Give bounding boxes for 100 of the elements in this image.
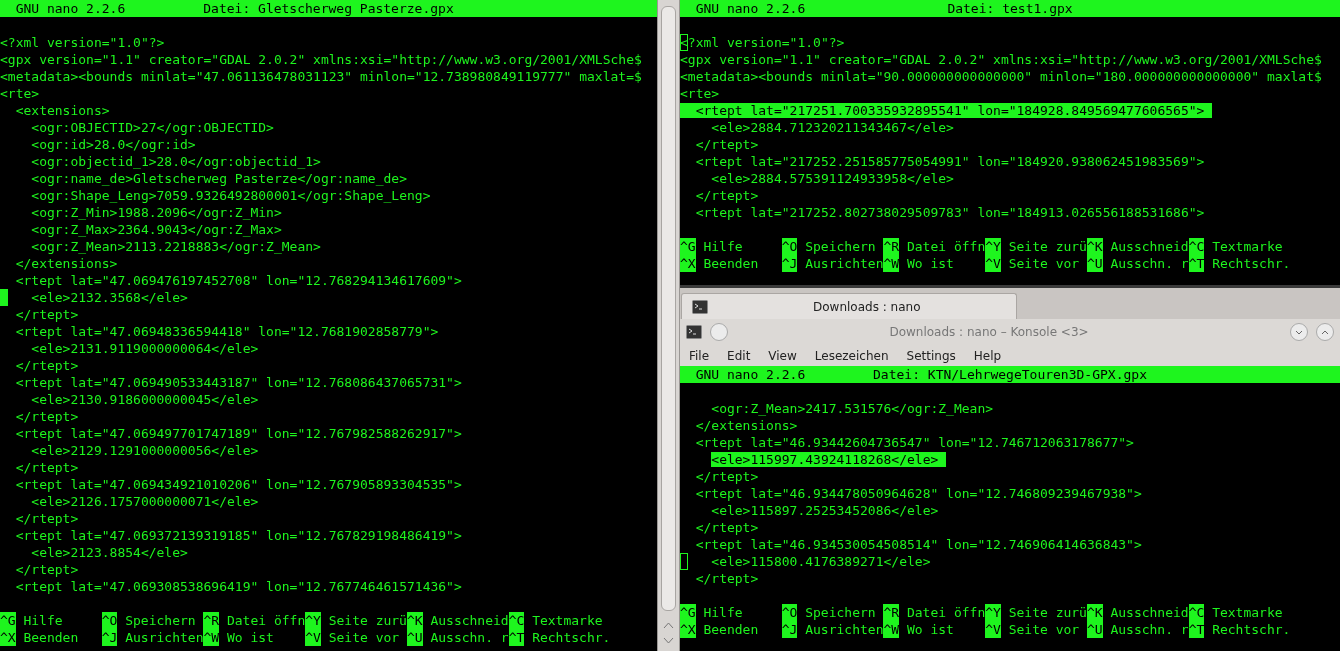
shortcut-key: ^J [781,621,798,638]
menu-item[interactable]: Edit [727,348,769,363]
shortcut-key: ^Y [985,238,1001,255]
file-name: Datei: test1.gpx [947,0,1073,17]
shortcut-label: Ausschn. r [1109,621,1189,638]
shortcut-label: Hilfe [702,238,744,255]
code-line: </rtept> [694,469,759,484]
pin-button[interactable] [710,323,728,341]
file-name: Datei: Gletscherweg Pasterze.gpx [203,0,454,17]
shortcut-label: Ausschneid [429,612,509,629]
shortcut-key: ^V [305,629,321,646]
code-line: <rtept lat="47.069490533443187" lon="12.768086437065731"> [14,375,462,390]
shortcut-label: Seite vor [1007,255,1081,272]
code-line: </rtept> [14,358,79,373]
maximize-button[interactable] [1316,323,1334,341]
shortcut-label: Wo ist [225,629,275,646]
shortcut-key: ^C [508,612,525,629]
code-line: <rtept lat="217252.802738029509783" lon="184913.026556188531686"> [694,205,1205,220]
shortcut-key: ^R [203,612,220,629]
terminal-icon [692,299,708,314]
shortcut-key: ^W [883,255,900,272]
menu-item[interactable]: Lesezeichen [814,348,907,363]
shortcut-label: Seite vor [1007,621,1081,638]
menu-item[interactable]: Settings [906,348,974,363]
shortcut-label: Textmarke [531,612,604,629]
shortcut-label: Speichern [124,612,197,629]
shortcut-key: ^X [680,621,696,638]
scroll-down-icon[interactable] [663,637,674,645]
scrollbar-thumb[interactable] [661,6,676,611]
scroll-up-icon[interactable] [663,621,674,629]
shortcut-key: ^G [680,238,696,255]
program-version: GNU nano 2.2.6 [14,0,126,17]
shortcut-key: ^O [101,612,118,629]
code-line: </extensions> [14,256,118,271]
shortcut-label: Rechtschr. [531,629,611,646]
code-line: <rtept lat="47.069434921010206" lon="12.767905893304535"> [14,477,462,492]
code-line: <ogr:id>28.0</ogr:id> [30,137,196,152]
shortcut-label: Seite vor [327,629,401,646]
shortcut-label: Speichern [804,604,877,621]
code-line: <rte> [0,86,40,101]
shortcut-label: Wo ist [905,621,955,638]
shortcut-label: Rechtschr. [1211,621,1291,638]
shortcut-key: ^T [1188,255,1205,272]
menu-item[interactable]: Help [973,348,1020,363]
code-line: </rtept> [694,137,759,152]
shortcut-label: Beenden [702,255,760,272]
scrollbar[interactable] [657,0,680,651]
shortcut-key: ^V [985,255,1001,272]
shortcut-label: Datei öffn [225,612,306,629]
code-line: </rtept> [14,562,79,577]
code-line: <ele>115897.25253452086</ele> [710,503,939,518]
code-line: <rtept lat="46.934478050964628" lon="12.746809239467938"> [694,486,1142,501]
terminal-tab[interactable]: Downloads : nano [681,293,1017,319]
shortcut-key: ^T [508,629,525,646]
code-line: <metadata><bounds minlat="47.061136478031123" minlon="12.738980849119777" maxlat=$ [0,69,642,84]
shortcut-key: ^C [1188,604,1205,621]
shortcut-label: Datei öffn [905,238,986,255]
code-line: <ogr:objectid_1>28.0</ogr:objectid_1> [30,154,321,169]
code-line: <rtept lat="46.93442604736547" lon="12.746712063178677"> [694,435,1134,450]
shortcut-label: Seite zurü [327,612,407,629]
chevron-down-icon [1295,329,1303,335]
minimize-button[interactable] [1290,323,1308,341]
shortcut-key: ^U [1086,255,1103,272]
program-version: GNU nano 2.2.6 [694,0,806,17]
code-line: <ele>2129.1291000000056</ele> [30,443,259,458]
shortcut-key: ^G [0,612,16,629]
code-line: <ogr:Z_Mean>2417.531576</ogr:Z_Mean> [710,401,994,416]
shortcut-label: Speichern [804,238,877,255]
shortcut-label: Beenden [702,621,760,638]
code-line: <rtept lat="46.934530054508514" lon="12.746906414636843"> [694,537,1142,552]
shortcut-label: Ausschn. r [1109,255,1189,272]
code-line: <extensions> [14,103,110,118]
code-line: <ele>2884.712320211343467</ele> [710,120,954,135]
code-line: <gpx version="1.1" creator="GDAL 2.0.2" xmlns:xsi="http://www.w3.org/2001/XMLSche$ [680,52,1322,67]
code-line: </rtept> [694,571,759,586]
program-version: GNU nano 2.2.6 [694,366,806,383]
shortcut-key: ^J [101,629,118,646]
shortcut-label: Hilfe [22,612,64,629]
window-title: Downloads : nano – Konsole <3> [888,325,1090,339]
shortcut-key: ^Y [985,604,1001,621]
shortcut-key: ^T [1188,621,1205,638]
menu-item[interactable]: File [689,348,728,363]
code-line: </rtept> [694,520,759,535]
code-line: <rtept lat="47.06948336594418" lon="12.7681902858779"> [14,324,439,339]
shortcut-label: Seite zurü [1007,238,1087,255]
shortcut-key: ^X [0,629,16,646]
code-line: <rtept lat="47.069372139319185" lon="12.767829198486419"> [14,528,462,543]
shortcut-label: Hilfe [702,604,744,621]
code-line: </extensions> [694,418,798,433]
shortcut-key: ^J [781,255,798,272]
menu-item[interactable]: View [768,348,815,363]
shortcut-label: Textmarke [1211,238,1284,255]
code-line: </rtept> [14,511,79,526]
shortcut-key: ^K [406,612,423,629]
shortcut-key: ^Y [305,612,321,629]
code-line: </rtept> [14,307,79,322]
shortcut-label: Ausrichten [804,255,884,272]
code-line: </rtept> [14,409,79,424]
code-line: <ogr:Z_Min>1988.2096</ogr:Z_Min> [30,205,282,220]
shortcut-label: Rechtschr. [1211,255,1291,272]
